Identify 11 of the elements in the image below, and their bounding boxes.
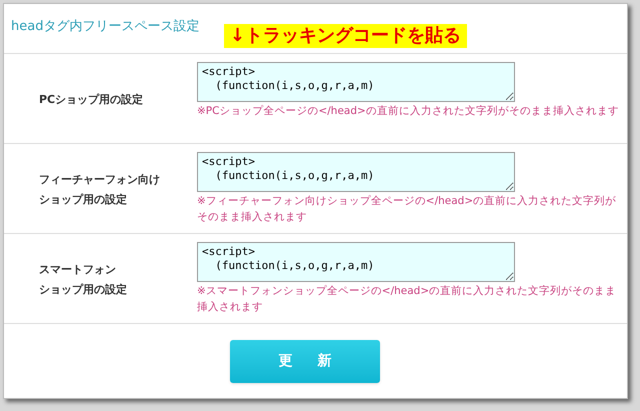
field-note: ※スマートフォンショップ全ページの</head>の直前に入力された文字列がそのまま挿入されます — [197, 284, 618, 315]
row-label: スマートフォン ショップ用の設定 — [39, 262, 128, 298]
code-field[interactable]: <script> (function(i,s,o,g,r,a,m) — [197, 242, 515, 282]
section-title: headタグ内フリースペース設定 — [11, 18, 200, 36]
annotation-banner: ↓トラッキングコードを貼る — [224, 24, 468, 48]
row-label: PCショップ用の設定 — [39, 92, 144, 108]
row-label: フィーチャーフォン向け ショップ用の設定 — [39, 172, 161, 208]
field-note: ※PCショップ全ページの</head>の直前に入力された文字列がそのまま挿入されます — [197, 104, 620, 119]
code-field[interactable]: <script> (function(i,s,o,g,r,a,m) — [197, 152, 515, 192]
field-note: ※フィーチャーフォン向けショップ全ページの</head>の直前に入力された文字列がそのまま挿入されます — [197, 194, 618, 225]
code-field[interactable]: <script> (function(i,s,o,g,r,a,m) — [197, 62, 515, 102]
